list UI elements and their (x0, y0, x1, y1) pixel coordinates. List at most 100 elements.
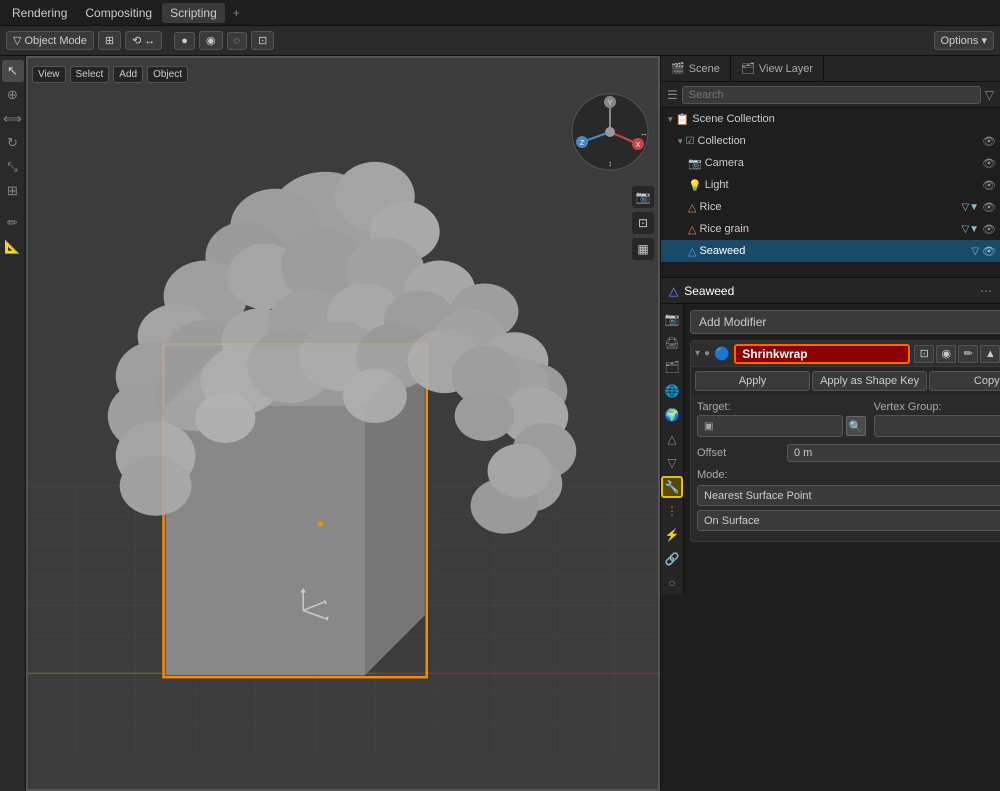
snap-mode-select[interactable]: On Surface ▾ (697, 510, 1000, 531)
props-icon-render[interactable]: 📷 (661, 308, 683, 330)
annotate-tool-icon[interactable]: ✏ (2, 212, 24, 234)
viewport-toolbar: View Select Add Object (26, 60, 660, 88)
left-sidebar: ↖ ⊕ ⟺ ↻ ⤡ ⊞ ✏ 📐 (0, 56, 26, 791)
properties-expand-icon[interactable]: ⋯ (980, 284, 992, 298)
props-icon-constraints[interactable]: 🔗 (661, 548, 683, 570)
modifier-expand-toggle[interactable]: ▾ (695, 348, 700, 359)
viewport-shading-solid[interactable]: ● (174, 32, 195, 50)
light-eye-icon[interactable]: 👁 (982, 179, 996, 192)
object-menu[interactable]: Object (147, 66, 188, 83)
perspective-icon[interactable]: ⊡ (632, 212, 654, 234)
copy-button[interactable]: Copy (929, 371, 1000, 391)
modifier-render-btn[interactable]: ◉ (936, 345, 956, 363)
props-icon-object-data[interactable]: ▽ (661, 452, 683, 474)
collection-eye-icon[interactable]: 👁 (982, 135, 996, 148)
vertex-group-col: Vertex Group: ↔ (874, 401, 1000, 437)
menu-rendering[interactable]: Rendering (4, 3, 75, 23)
add-menu[interactable]: Add (113, 66, 143, 83)
menu-compositing[interactable]: Compositing (77, 3, 160, 23)
select-tool-icon[interactable]: ↖ (2, 60, 24, 82)
svg-text:Z: Z (580, 140, 585, 147)
props-icon-object[interactable]: △ (661, 428, 683, 450)
viewport-display-btn[interactable]: ⊞ (98, 31, 121, 50)
scene-tab[interactable]: 🎬 Scene (661, 56, 731, 81)
overlays-btn[interactable]: ◌ (227, 32, 248, 50)
props-icon-output[interactable]: 🖨 (661, 332, 683, 354)
rice-grain-eye-icon[interactable]: 👁 (982, 223, 996, 236)
xray-btn[interactable]: ⊡ (251, 31, 274, 50)
tree-item-rice-grain[interactable]: △ Rice grain ▽▼ 👁 (661, 218, 1000, 240)
outliner-search-input[interactable] (682, 86, 981, 104)
properties-content: Add Modifier ▾ ▾ ● 🔵 ⊡ (684, 304, 1000, 594)
viewport[interactable]: View Select Add Object (26, 56, 660, 791)
tree-arrow-collection-icon: ▾ (678, 136, 683, 147)
transform-tool-icon[interactable]: ⊞ (2, 180, 24, 202)
rotate-tool-icon[interactable]: ↻ (2, 132, 24, 154)
tree-item-scene-collection[interactable]: ▾ 📋 Scene Collection (661, 108, 1000, 130)
navigation-gizmo[interactable]: Y X Z ↕ ↔ (570, 92, 650, 172)
outliner-filter-icon: ☰ (667, 88, 678, 102)
props-icon-view-layer[interactable]: 🗂 (661, 356, 683, 378)
target-value[interactable]: ▣ (697, 415, 843, 437)
properties-header: △ Seaweed ⋯ (661, 278, 1000, 304)
apply-button[interactable]: Apply (695, 371, 810, 391)
modifier-body: Target: ▣ 🔍 Vertex Group: (691, 395, 1000, 541)
target-vertex-group-row: Target: ▣ 🔍 Vertex Group: (697, 401, 1000, 437)
modifier-visibility-dot[interactable]: ● (704, 348, 710, 359)
modifier-name-input[interactable] (734, 344, 910, 364)
rice-modifier-icons: ▽▼ (961, 202, 979, 213)
props-icon-material[interactable]: ○ (661, 572, 683, 594)
seaweed-eye-icon[interactable]: 👁 (982, 245, 996, 258)
mode-select[interactable]: Nearest Surface Point ▾ (697, 485, 1000, 506)
tree-item-camera[interactable]: 📷 Camera 👁 (661, 152, 1000, 174)
props-icon-particles[interactable]: ⋮ (661, 500, 683, 522)
modifier-move-up-btn[interactable]: ▲ (980, 345, 1000, 363)
scene-layer-tabs: 🎬 Scene 🗂 View Layer (661, 56, 1000, 82)
tree-item-collection[interactable]: ▾ ☑ Collection 👁 (661, 130, 1000, 152)
add-modifier-button[interactable]: Add Modifier (690, 310, 1000, 334)
vertex-group-value[interactable] (874, 415, 1000, 437)
outliner-filter-options-icon: ▽ (985, 88, 994, 102)
svg-text:↕: ↕ (608, 159, 612, 168)
scale-tool-icon[interactable]: ⤡ (2, 156, 24, 178)
scene-icon: 🎬 (671, 62, 685, 75)
modifier-edit-btn[interactable]: ✏ (958, 345, 978, 363)
add-workspace-button[interactable]: + (227, 3, 246, 23)
select-menu[interactable]: Select (70, 66, 110, 83)
target-eyedropper-btn[interactable]: 🔍 (846, 416, 866, 436)
tree-item-seaweed[interactable]: △ Seaweed ▽ 👁 (661, 240, 1000, 262)
tree-item-rice[interactable]: △ Rice ▽▼ 👁 (661, 196, 1000, 218)
offset-label: Offset (697, 447, 787, 459)
move-tool-icon[interactable]: ⟺ (2, 108, 24, 130)
offset-input[interactable]: 0 m (787, 444, 1000, 462)
props-icon-world[interactable]: 🌍 (661, 404, 683, 426)
object-mode-btn[interactable]: ▽ Object Mode (6, 31, 94, 50)
svg-text:↔: ↔ (640, 129, 648, 138)
cursor-tool-icon[interactable]: ⊕ (2, 84, 24, 106)
options-btn[interactable]: Options ▾ (934, 31, 995, 50)
camera-view-icon[interactable]: 📷 (632, 186, 654, 208)
main-area: ↖ ⊕ ⟺ ↻ ⤡ ⊞ ✏ 📐 View Select Add Object (0, 56, 1000, 791)
svg-text:X: X (636, 142, 641, 149)
props-icon-scene[interactable]: 🌐 (661, 380, 683, 402)
viewport-shading-render[interactable]: ◉ (199, 31, 223, 50)
menu-scripting[interactable]: Scripting (162, 3, 225, 23)
view-layer-tab[interactable]: 🗂 View Layer (731, 56, 824, 81)
apply-as-shape-key-button[interactable]: Apply as Shape Key (812, 371, 927, 391)
transform-btn[interactable]: ⟲ ↔ (125, 31, 162, 50)
view-menu[interactable]: View (32, 66, 66, 83)
target-object-icon: ▣ (704, 421, 713, 432)
measure-tool-icon[interactable]: 📐 (2, 236, 24, 258)
object-mode-icon: ▽ (13, 34, 21, 47)
props-icon-modifier[interactable]: 🔧 (661, 476, 683, 498)
props-icon-physics[interactable]: ⚡ (661, 524, 683, 546)
props-side-layout: 📷 🖨 🗂 🌐 🌍 △ ▽ 🔧 ⋮ ⚡ 🔗 ○ (661, 304, 1000, 594)
target-label: Target: (697, 401, 866, 413)
modifier-realtime-btn[interactable]: ⊡ (914, 345, 934, 363)
tree-item-light[interactable]: 💡 Light 👁 (661, 174, 1000, 196)
camera-eye-icon[interactable]: 👁 (982, 157, 996, 170)
collection-checkbox-icon: ☑ (686, 136, 695, 147)
collection-icon[interactable]: ▦ (632, 238, 654, 260)
mode-label: Mode: (697, 469, 1000, 481)
rice-eye-icon[interactable]: 👁 (982, 201, 996, 214)
